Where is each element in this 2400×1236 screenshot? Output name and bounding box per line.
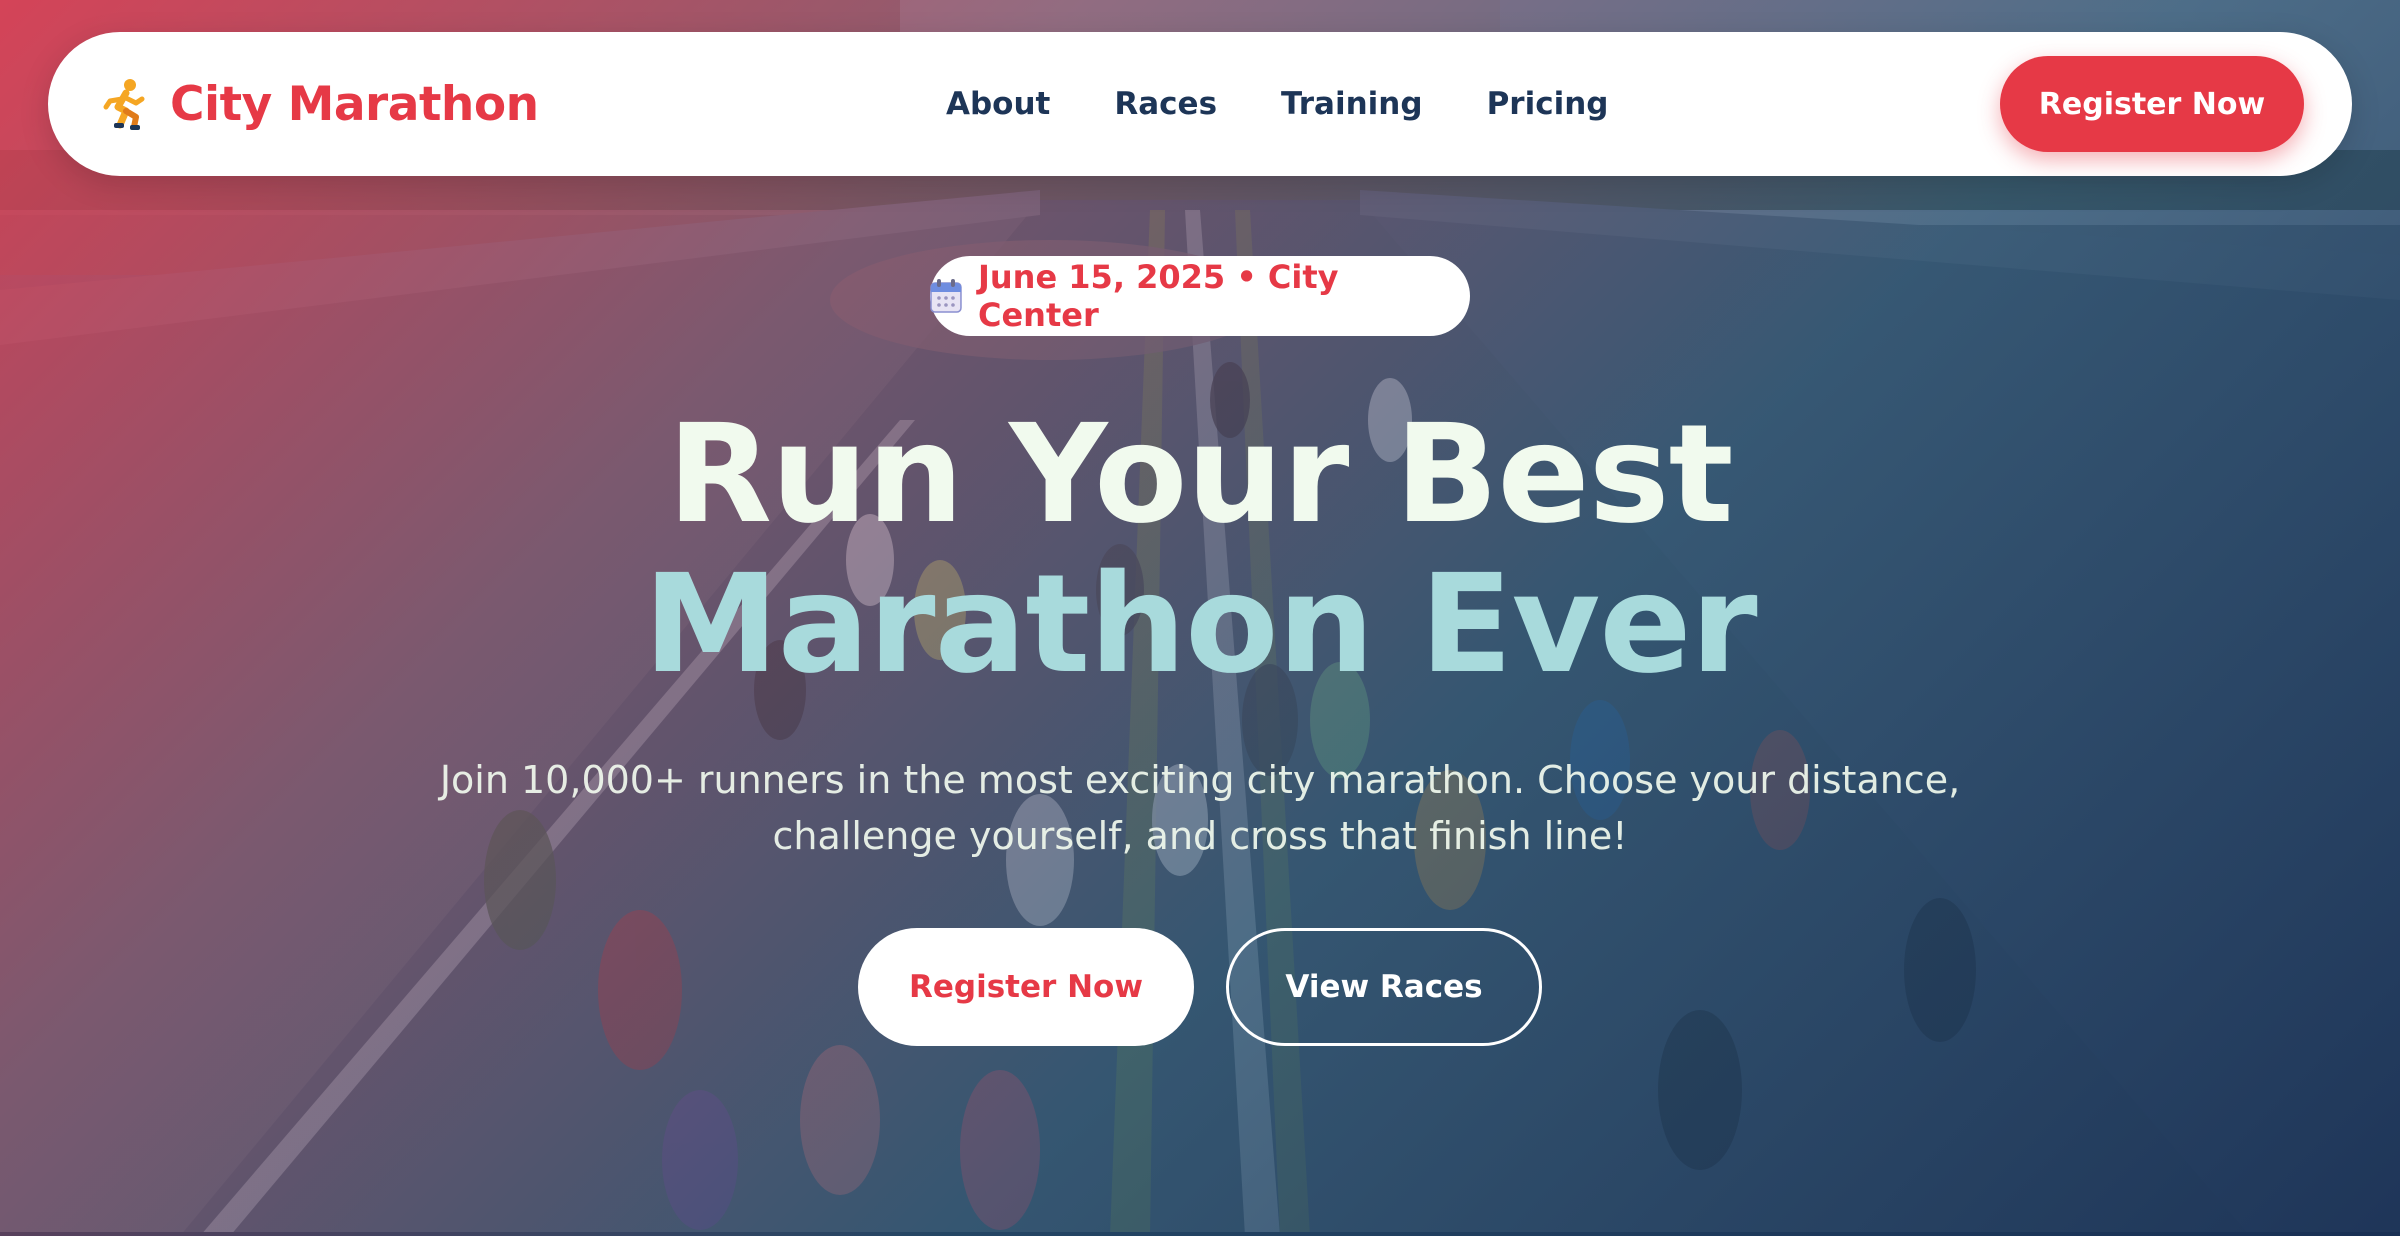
nav-link-races[interactable]: Races	[1114, 86, 1217, 122]
nav-link-pricing[interactable]: Pricing	[1487, 86, 1609, 122]
headline-line-1: Run Your Best	[667, 396, 1733, 554]
nav-link-about[interactable]: About	[946, 86, 1050, 122]
hero-headline: Run Your Best Marathon Ever	[0, 400, 2400, 700]
hero-register-button[interactable]: Register Now	[858, 928, 1194, 1046]
site-header: City Marathon About Races Training Prici…	[48, 32, 2352, 176]
brand-name: City Marathon	[170, 76, 539, 132]
nav-link-training[interactable]: Training	[1281, 86, 1423, 122]
calendar-icon	[930, 279, 962, 313]
event-date-badge: June 15, 2025 • City Center	[930, 256, 1470, 336]
event-date-text: June 15, 2025 • City Center	[977, 258, 1339, 334]
headline-line-2: Marathon Ever	[643, 546, 1757, 704]
hero-subtitle: Join 10,000+ runners in the most excitin…	[439, 758, 1961, 858]
main-nav: About Races Training Pricing	[946, 32, 1608, 176]
brand-logo[interactable]: City Marathon	[100, 32, 539, 176]
header-register-button[interactable]: Register Now	[2000, 56, 2304, 152]
runner-icon	[103, 79, 145, 130]
view-races-button[interactable]: View Races	[1226, 928, 1542, 1046]
